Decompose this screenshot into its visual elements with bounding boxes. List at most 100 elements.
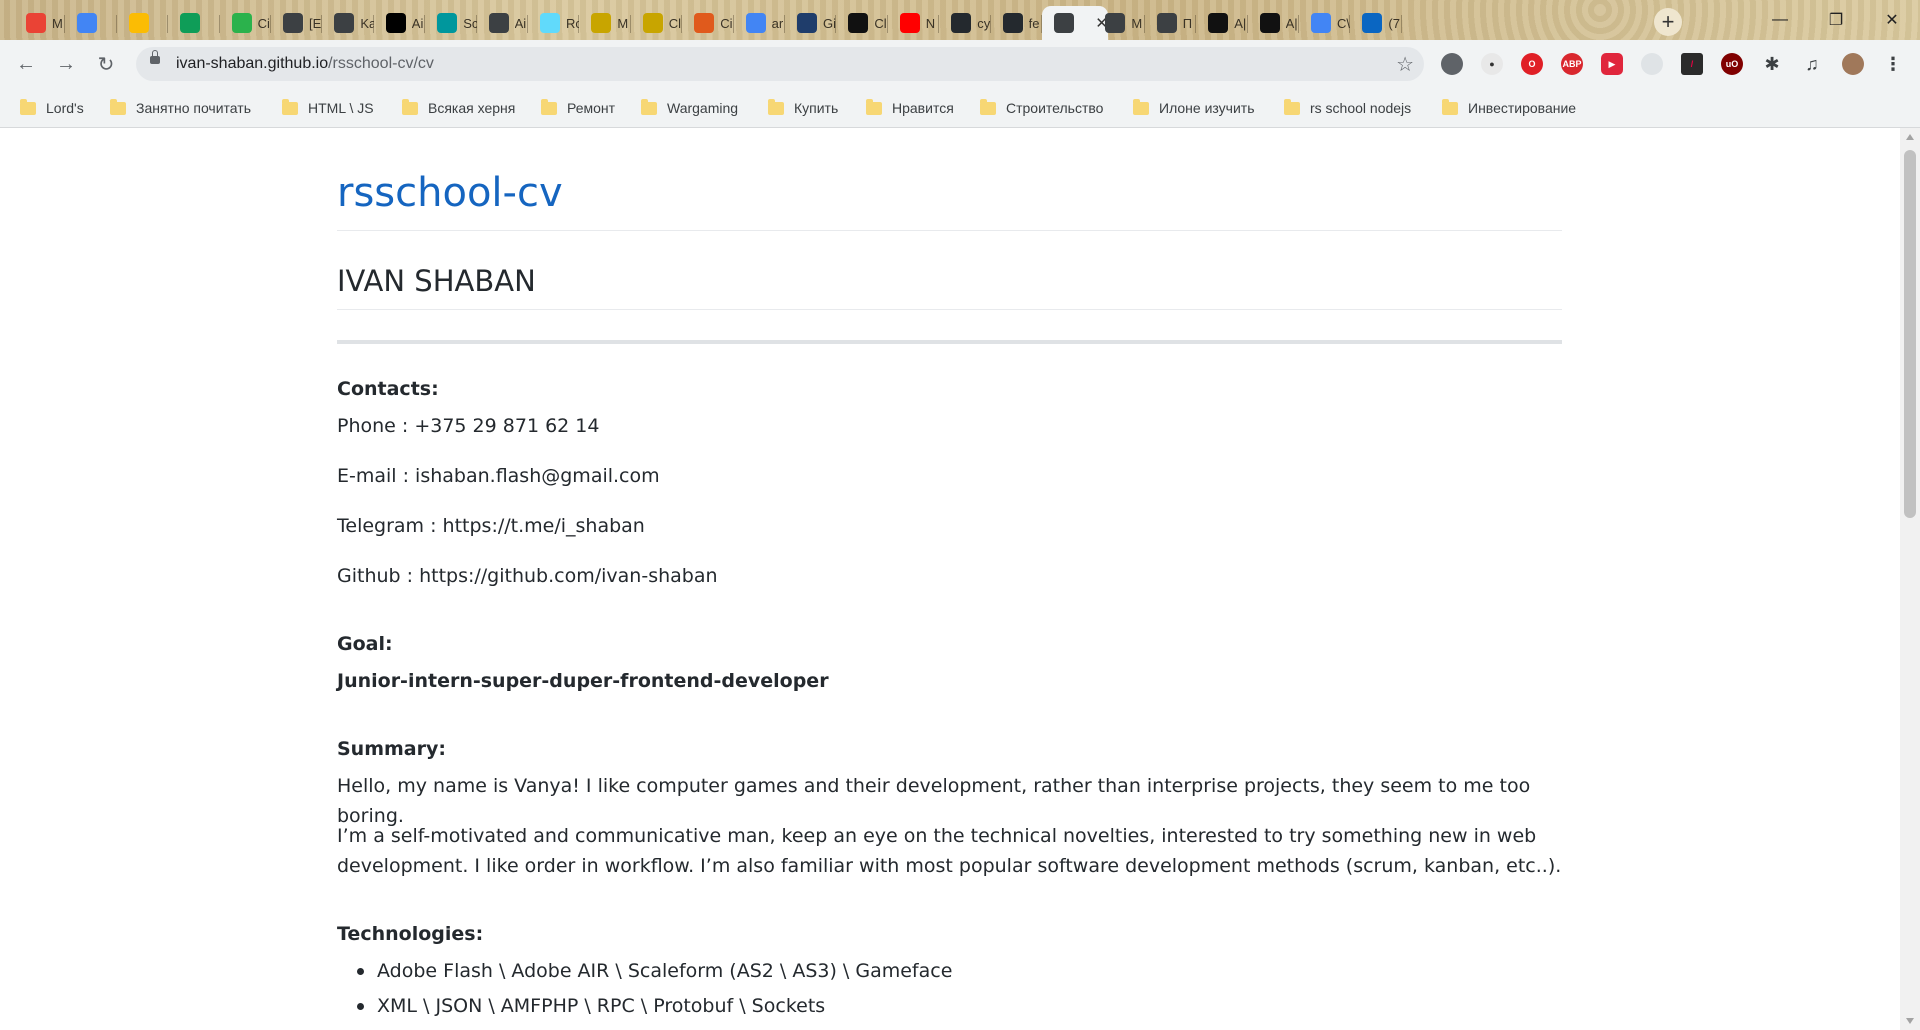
close-window-button[interactable]: ✕ bbox=[1864, 0, 1920, 40]
bookmark-folder[interactable]: Занятно почитать bbox=[110, 97, 251, 119]
goal-heading: Goal: bbox=[337, 633, 393, 655]
media-controls-icon[interactable]: ♫ bbox=[1801, 53, 1823, 75]
bookmark-folder[interactable]: Строительство bbox=[980, 97, 1103, 119]
reload-button[interactable]: ↻ bbox=[92, 50, 120, 78]
bookmark-folder[interactable]: Ремонт bbox=[541, 97, 615, 119]
browser-tab[interactable]: M bbox=[579, 6, 631, 40]
browser-tab[interactable]: (7 bbox=[1350, 6, 1402, 40]
browser-tab[interactable] bbox=[168, 6, 220, 40]
browser-tab[interactable]: C\ bbox=[1299, 6, 1351, 40]
tab-title: A| bbox=[1285, 15, 1298, 31]
tab-title: M bbox=[52, 15, 63, 31]
browser-tab[interactable]: Ci bbox=[220, 6, 271, 40]
bookmark-folder[interactable]: rs school nodejs bbox=[1284, 97, 1411, 119]
browser-menu-icon[interactable]: ⋮ bbox=[1882, 53, 1904, 75]
new-tab-button[interactable]: + bbox=[1654, 8, 1682, 36]
divider bbox=[337, 230, 1562, 231]
bookmark-folder[interactable]: Илоне изучить bbox=[1133, 97, 1254, 119]
browser-tab[interactable]: Cl bbox=[631, 6, 683, 40]
bookmark-folder[interactable]: Всякая херня bbox=[402, 97, 515, 119]
bookmark-folder[interactable]: Нравится bbox=[866, 97, 954, 119]
opera-vpn-icon[interactable]: O bbox=[1521, 53, 1543, 75]
browser-tab[interactable]: Ka bbox=[322, 6, 374, 40]
browser-tab[interactable]: Ai bbox=[477, 6, 528, 40]
browser-tab[interactable]: Gi bbox=[785, 6, 837, 40]
scroll-down-arrow-icon[interactable] bbox=[1906, 1018, 1914, 1024]
browser-tab[interactable]: cy bbox=[939, 6, 991, 40]
bookmark-folder[interactable]: HTML \ JS bbox=[282, 97, 374, 119]
folder-icon bbox=[1133, 98, 1149, 115]
folder-icon bbox=[768, 98, 784, 115]
bookmark-label: Инвестирование bbox=[1468, 100, 1577, 116]
tab-strip: M Ci [E Ka Ai Sc Ai Rc M Cl Ci ar Gi Cl Ncy fe ✕ M П A| A| C\… bbox=[0, 0, 1920, 40]
forward-button[interactable]: → bbox=[52, 50, 80, 78]
profile-avatar[interactable] bbox=[1842, 53, 1864, 75]
browser-tab[interactable]: fe bbox=[991, 6, 1042, 40]
github-icon bbox=[1002, 13, 1023, 33]
browser-tab[interactable]: П bbox=[1145, 6, 1197, 40]
folder-icon bbox=[1284, 98, 1300, 115]
contacts-heading: Contacts: bbox=[337, 378, 439, 400]
globe-icon bbox=[1054, 13, 1074, 33]
back-button[interactable]: ← bbox=[12, 50, 40, 78]
globe-icon bbox=[488, 13, 509, 33]
rs-school-icon bbox=[1208, 13, 1229, 33]
bookmark-folder[interactable]: Lord's bbox=[20, 97, 84, 119]
ublock-origin-icon[interactable]: uO bbox=[1721, 53, 1743, 75]
adblock-plus-icon[interactable]: ABP bbox=[1561, 53, 1583, 75]
summary-paragraph: I’m a self-motivated and communicative m… bbox=[337, 825, 1537, 847]
vertical-scrollbar[interactable] bbox=[1900, 128, 1920, 1030]
gmail-icon bbox=[26, 13, 46, 33]
extension-gray-icon[interactable] bbox=[1441, 53, 1463, 75]
browser-tab[interactable]: Cl bbox=[836, 6, 888, 40]
bookmark-folder[interactable]: Wargaming bbox=[641, 97, 738, 119]
extension-red-arrow-icon[interactable]: ▶ bbox=[1601, 53, 1623, 75]
scrollbar-thumb[interactable] bbox=[1904, 150, 1916, 518]
google-translate-icon bbox=[77, 13, 98, 33]
extension-dark-icon[interactable]: / bbox=[1681, 53, 1703, 75]
browser-tab[interactable]: Ai bbox=[374, 6, 426, 40]
tab-title: Ai bbox=[411, 15, 424, 31]
browser-tab[interactable] bbox=[65, 6, 117, 40]
extension-panda-icon[interactable]: ● bbox=[1481, 53, 1503, 75]
summary-heading: Summary: bbox=[337, 738, 446, 760]
browser-toolbar: ← → ↻ ivan-shaban.github.io/rsschool-cv/… bbox=[0, 40, 1920, 88]
scroll-up-arrow-icon[interactable] bbox=[1906, 134, 1914, 140]
url-text[interactable]: ivan-shaban.github.io/rsschool-cv/cv bbox=[176, 55, 434, 73]
arduino-icon bbox=[437, 13, 458, 33]
browser-tab[interactable] bbox=[117, 6, 169, 40]
bookmark-star-icon[interactable]: ☆ bbox=[1396, 52, 1414, 77]
minimize-button[interactable]: — bbox=[1752, 0, 1808, 40]
google-icon bbox=[745, 13, 766, 33]
browser-tab[interactable]: Sc bbox=[425, 6, 477, 40]
github-icon bbox=[951, 13, 972, 33]
browser-tab[interactable]: [E bbox=[271, 6, 323, 40]
browser-tab[interactable]: N bbox=[888, 6, 940, 40]
extensions-puzzle-icon[interactable]: ✱ bbox=[1761, 53, 1783, 75]
tab-title: Ci bbox=[257, 15, 270, 31]
rs-school-icon bbox=[1259, 13, 1280, 33]
folder-icon bbox=[282, 98, 298, 115]
browser-tab[interactable]: A| bbox=[1196, 6, 1248, 40]
folder-icon bbox=[110, 98, 126, 115]
address-bar[interactable]: ivan-shaban.github.io/rsschool-cv/cv ☆ bbox=[136, 47, 1424, 81]
google-docs-icon bbox=[1311, 13, 1331, 33]
google-sheets-add-icon bbox=[180, 13, 201, 33]
notion-icon bbox=[848, 13, 869, 33]
browser-tab[interactable]: M bbox=[1093, 6, 1145, 40]
lock-icon[interactable] bbox=[150, 50, 160, 64]
bookmark-folder[interactable]: Инвестирование bbox=[1442, 97, 1576, 119]
browser-tab[interactable]: M bbox=[14, 6, 66, 40]
browser-tab[interactable]: Rc bbox=[528, 6, 580, 40]
restore-button[interactable]: ❐ bbox=[1808, 0, 1864, 40]
jetbrains-icon bbox=[385, 13, 406, 33]
summary-paragraph: development. I like order in workflow. I… bbox=[337, 855, 1562, 877]
browser-tab[interactable]: A| bbox=[1248, 6, 1299, 40]
extension-light-icon[interactable] bbox=[1641, 53, 1663, 75]
browser-tab[interactable]: Ci bbox=[682, 6, 734, 40]
bookmark-folder[interactable]: Купить bbox=[768, 97, 838, 119]
list-item: XML \ JSON \ AMFPHP \ RPC \ Protobuf \ S… bbox=[356, 991, 952, 1026]
browser-tab[interactable]: ar bbox=[734, 6, 785, 40]
site-title-link[interactable]: rsschool-cv bbox=[337, 170, 563, 216]
contact-github: Github : https://github.com/ivan-shaban bbox=[337, 565, 718, 587]
